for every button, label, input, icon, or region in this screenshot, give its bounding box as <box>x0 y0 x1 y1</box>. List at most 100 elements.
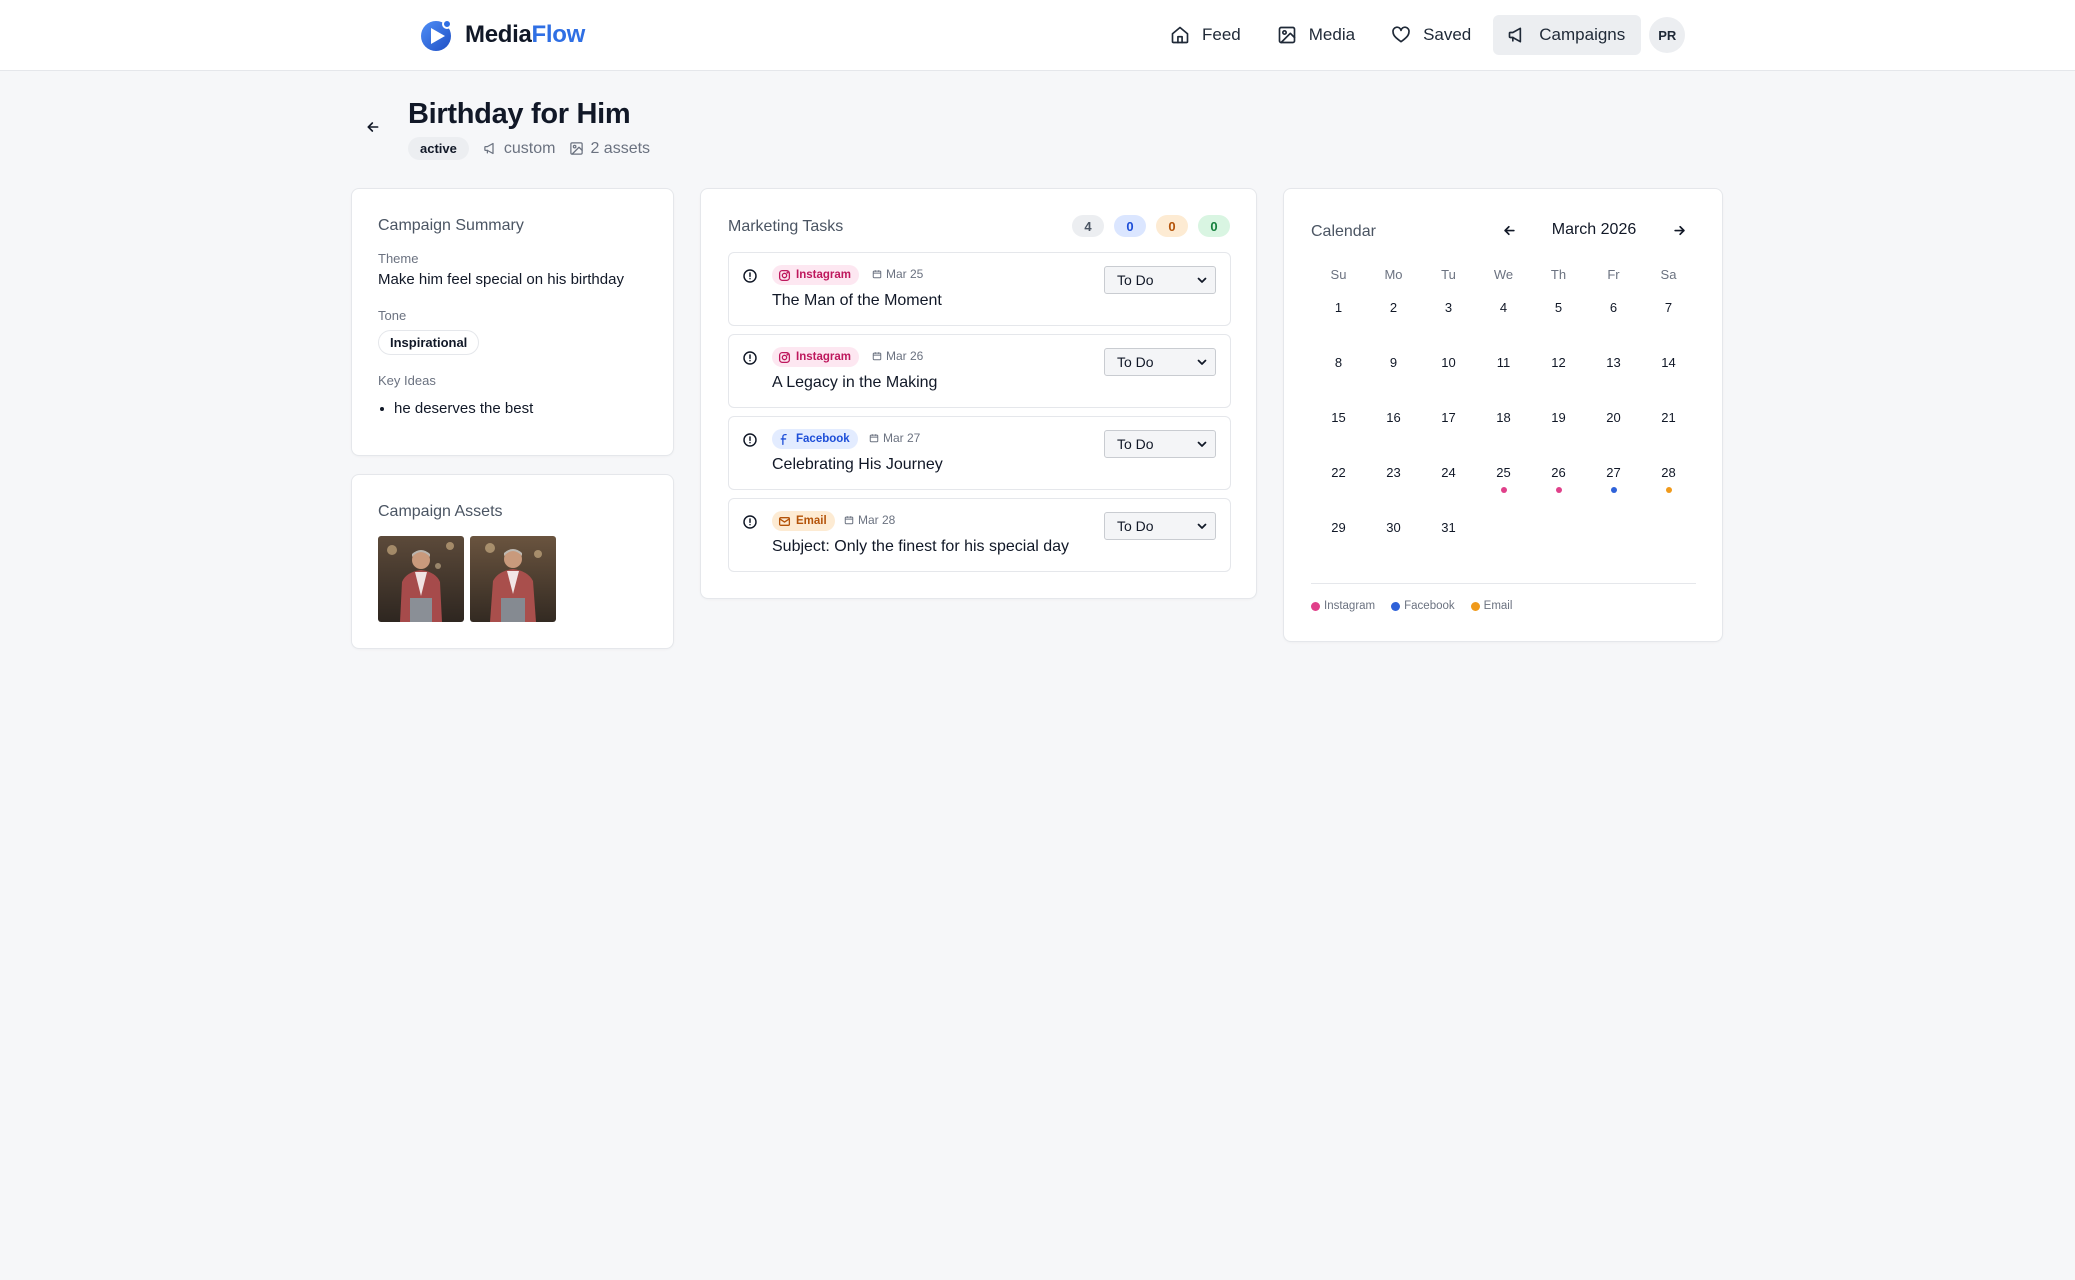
instagram-icon <box>778 269 791 281</box>
chevron-down-icon <box>1197 277 1207 283</box>
calendar-week-row: 15 16 17 18 19 20 21 <box>1311 399 1696 454</box>
calendar-day[interactable]: 18 <box>1476 399 1531 454</box>
calendar-day[interactable]: 26 <box>1531 454 1586 509</box>
task-item[interactable]: Facebook Mar 27 Celebrating His Journey … <box>728 416 1231 490</box>
calendar-day[interactable]: 4 <box>1476 289 1531 344</box>
calendar-day[interactable]: 14 <box>1641 344 1696 399</box>
calendar-day[interactable]: 11 <box>1476 344 1531 399</box>
next-month-button[interactable] <box>1668 219 1690 241</box>
arrow-right-icon <box>1673 225 1685 235</box>
calendar-day[interactable]: 7 <box>1641 289 1696 344</box>
calendar-day-number: 24 <box>1441 465 1456 480</box>
calendar-day-number: 26 <box>1551 465 1566 480</box>
calendar-day[interactable]: 29 <box>1311 509 1366 564</box>
task-item[interactable]: Instagram Mar 25 The Man of the Moment T… <box>728 252 1231 326</box>
calendar-day-number: 4 <box>1499 300 1508 315</box>
asset-thumbnail[interactable] <box>378 536 464 622</box>
back-button[interactable] <box>362 116 384 138</box>
calendar-day[interactable]: 22 <box>1311 454 1366 509</box>
calendar-day[interactable]: 12 <box>1531 344 1586 399</box>
calendar-day-number: 7 <box>1664 300 1673 315</box>
calendar-day[interactable]: 1 <box>1311 289 1366 344</box>
task-status-select[interactable]: To Do <box>1104 430 1216 458</box>
nav-item-saved[interactable]: Saved <box>1377 15 1487 55</box>
channel-label: Facebook <box>796 433 850 445</box>
chevron-down-icon <box>1197 359 1207 365</box>
brand-name-part1: Media <box>465 21 532 48</box>
calendar-day[interactable]: 2 <box>1366 289 1421 344</box>
calendar-day[interactable]: 15 <box>1311 399 1366 454</box>
calendar-day-number: 21 <box>1661 410 1676 425</box>
nav-item-label: Saved <box>1423 25 1472 44</box>
calendar-day[interactable]: 28 <box>1641 454 1696 509</box>
alert-circle-icon <box>743 269 757 283</box>
user-avatar[interactable]: PR <box>1649 17 1686 53</box>
calendar-day[interactable]: 10 <box>1421 344 1476 399</box>
calendar-day[interactable]: 13 <box>1586 344 1641 399</box>
channel-badge: Email <box>772 511 835 531</box>
legend-dot <box>1311 601 1320 611</box>
chevron-down-icon <box>1197 441 1207 447</box>
channel-badge: Facebook <box>772 429 858 449</box>
facebook-event-marker <box>1610 487 1617 493</box>
mail-icon <box>778 516 791 526</box>
channel-badge: Instagram <box>772 347 859 367</box>
nav-item-label: Campaigns <box>1539 25 1626 44</box>
calendar-day[interactable]: 25 <box>1476 454 1531 509</box>
calendar-day[interactable]: 30 <box>1366 509 1421 564</box>
asset-thumbnail[interactable] <box>470 536 556 622</box>
tone-label: Tone <box>378 308 407 323</box>
calendar-day-number: 1 <box>1334 300 1343 315</box>
calendar-empty-cell <box>1476 509 1531 564</box>
bullet-dot <box>380 406 384 411</box>
calendar-day-number: 19 <box>1551 410 1566 425</box>
nav-item-campaigns[interactable]: Campaigns <box>1493 15 1642 55</box>
task-status-select[interactable]: To Do <box>1104 266 1216 294</box>
previous-month-button[interactable] <box>1498 219 1520 241</box>
calendar-day[interactable]: 16 <box>1366 399 1421 454</box>
channel-label: Instagram <box>796 351 851 363</box>
instagram-event-marker <box>1555 487 1562 493</box>
top-navigation-bar: MediaFlow Feed Media Saved Campaigns PR <box>0 0 2075 71</box>
marketing-tasks-title: Marketing Tasks <box>728 218 844 235</box>
calendar-day-number: 2 <box>1389 300 1398 315</box>
calendar-day[interactable]: 9 <box>1366 344 1421 399</box>
calendar-day[interactable]: 3 <box>1421 289 1476 344</box>
megaphone-icon <box>484 142 494 155</box>
task-status-select[interactable]: To Do <box>1104 512 1216 540</box>
instagram-event-marker <box>1500 487 1507 493</box>
task-item[interactable]: Email Mar 28 Subject: Only the finest fo… <box>728 498 1231 572</box>
calendar-day[interactable]: 31 <box>1421 509 1476 564</box>
calendar-divider <box>1311 583 1696 584</box>
campaign-summary-card: Campaign Summary Theme Make him feel spe… <box>351 188 674 456</box>
campaign-assets-card: Campaign Assets <box>351 474 674 649</box>
page-title: Birthday for Him <box>408 98 631 130</box>
task-item[interactable]: Instagram Mar 26 A Legacy in the Making … <box>728 334 1231 408</box>
calendar-day-number: 5 <box>1554 300 1563 315</box>
alert-circle-icon <box>743 433 757 447</box>
brand-logo-link[interactable]: MediaFlow <box>419 16 585 54</box>
nav-item-media[interactable]: Media <box>1263 15 1371 55</box>
calendar-day[interactable]: 8 <box>1311 344 1366 399</box>
arrow-left-icon <box>367 122 379 132</box>
count-in-progress-badge: 0 <box>1114 215 1146 237</box>
calendar-day[interactable]: 20 <box>1586 399 1641 454</box>
nav-item-feed[interactable]: Feed <box>1156 15 1257 55</box>
calendar-day[interactable]: 19 <box>1531 399 1586 454</box>
task-date: Mar 27 <box>869 431 920 445</box>
calendar-day[interactable]: 21 <box>1641 399 1696 454</box>
task-status-select[interactable]: To Do <box>1104 348 1216 376</box>
calendar-day[interactable]: 24 <box>1421 454 1476 509</box>
calendar-day-number: 3 <box>1444 300 1453 315</box>
calendar-day[interactable]: 5 <box>1531 289 1586 344</box>
task-status-counts: 4 0 0 0 <box>1072 215 1230 237</box>
calendar-day[interactable]: 27 <box>1586 454 1641 509</box>
weekday-label: Fr <box>1607 267 1620 282</box>
nav-item-label: Media <box>1308 25 1356 44</box>
calendar-day[interactable]: 17 <box>1421 399 1476 454</box>
channel-badge: Instagram <box>772 265 859 285</box>
alert-circle-icon <box>743 351 757 365</box>
calendar-day[interactable]: 23 <box>1366 454 1421 509</box>
brand-name-part2: Flow <box>531 21 586 48</box>
calendar-day[interactable]: 6 <box>1586 289 1641 344</box>
